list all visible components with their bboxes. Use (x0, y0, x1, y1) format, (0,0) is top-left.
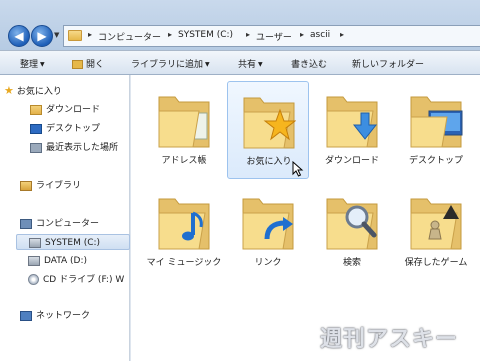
nav-desktop[interactable]: デスクトップ (30, 121, 100, 137)
breadcrumb-computer[interactable]: コンピューター (98, 30, 161, 43)
folder-label: アドレス帳 (161, 156, 207, 166)
chevron-right-icon[interactable]: ▸ (168, 30, 172, 39)
folder-label: リンク (254, 258, 282, 268)
folder-links[interactable]: リンク (227, 183, 309, 281)
forward-button[interactable]: ▶ (31, 25, 53, 47)
organize-button[interactable]: 整理 ▼ (20, 57, 45, 70)
folder-label: ダウンロード (324, 156, 379, 166)
chevron-right-icon[interactable]: ▸ (300, 30, 304, 39)
navigation-pane: ★ お気に入り ダウンロード デスクトップ 最近表示した場所 ライブラリ コンピュ… (0, 75, 130, 361)
folder-label: 保存したゲーム (404, 258, 468, 268)
breadcrumb[interactable]: ▸ コンピューター ▸ SYSTEM (C:) ▸ ユーザー ▸ ascii ▸ (63, 25, 480, 47)
open-button[interactable]: 開く (72, 57, 104, 70)
back-button[interactable]: ◀ (8, 25, 30, 47)
include-in-library-button[interactable]: ライブラリに追加 ▼ (131, 57, 210, 70)
folder-address-book[interactable]: アドレス帳 (143, 81, 225, 179)
network-icon (20, 310, 32, 321)
folder-open-icon (72, 60, 83, 69)
drive-icon (29, 237, 41, 248)
nav-downloads[interactable]: ダウンロード (30, 102, 100, 118)
folder-icon (68, 30, 82, 41)
star-icon: ★ (4, 84, 14, 97)
chess-piece-icon (410, 198, 462, 250)
recent-places-icon (30, 142, 42, 153)
address-book-icon (158, 96, 210, 148)
mouse-cursor-icon (292, 161, 304, 177)
folder-saved-games[interactable]: 保存したゲーム (395, 183, 477, 281)
file-list: アドレス帳 お気に入り ダウンロード デスクトップ マイ ミュージック リンク … (131, 75, 480, 361)
chevron-right-icon[interactable]: ▸ (340, 30, 344, 39)
breadcrumb-ascii[interactable]: ascii (310, 30, 330, 40)
share-button[interactable]: 共有 ▼ (238, 57, 263, 70)
folder-label: 検索 (342, 258, 361, 268)
chevron-right-icon[interactable]: ▸ (88, 30, 92, 39)
chevron-down-icon: ▼ (205, 61, 210, 68)
folder-desktop[interactable]: デスクトップ (395, 81, 477, 179)
nav-system-drive[interactable]: SYSTEM (C:) (16, 234, 130, 250)
nav-cd-drive[interactable]: CD ドライブ (F:) W (28, 272, 124, 288)
computer-icon (20, 218, 32, 229)
breadcrumb-system-drive[interactable]: SYSTEM (C:) (178, 30, 233, 40)
nav-computer[interactable]: コンピューター (20, 216, 99, 232)
folder-label: デスクトップ (408, 156, 463, 166)
nav-network[interactable]: ネットワーク (20, 308, 90, 324)
monitor-icon (410, 96, 463, 148)
address-bar-area: ◀ ▶ ▼ ▸ コンピューター ▸ SYSTEM (C:) ▸ ユーザー ▸ a… (0, 0, 480, 50)
breadcrumb-users[interactable]: ユーザー (256, 30, 292, 43)
command-bar: 整理 ▼ 開く ライブラリに追加 ▼ 共有 ▼ 書き込む 新しいフォルダー (0, 50, 480, 75)
music-note-icon (158, 198, 210, 250)
desktop-icon (30, 123, 42, 134)
burn-button[interactable]: 書き込む (291, 57, 327, 70)
nav-recent-places[interactable]: 最近表示した場所 (30, 140, 118, 156)
recent-pages-dropdown[interactable]: ▼ (54, 31, 59, 39)
drive-icon (28, 255, 40, 266)
magnifier-icon (326, 198, 378, 250)
library-icon (20, 180, 32, 191)
star-icon (243, 97, 296, 149)
chevron-right-icon[interactable]: ▸ (246, 30, 250, 39)
download-icon (30, 104, 42, 115)
chevron-down-icon: ▼ (40, 61, 45, 68)
folder-my-music[interactable]: マイ ミュージック (143, 183, 225, 281)
watermark: 週刊アスキー (319, 327, 458, 352)
link-arrow-icon (242, 198, 294, 250)
new-folder-button[interactable]: 新しいフォルダー (352, 57, 424, 70)
nav-data-drive[interactable]: DATA (D:) (28, 253, 87, 269)
cd-icon (28, 274, 39, 285)
nav-favorites[interactable]: ★ お気に入り (4, 83, 62, 99)
download-arrow-icon (326, 96, 378, 148)
folder-downloads[interactable]: ダウンロード (311, 81, 393, 179)
folder-label: マイ ミュージック (146, 258, 222, 268)
nav-libraries[interactable]: ライブラリ (20, 178, 81, 194)
chevron-down-icon: ▼ (258, 61, 263, 68)
folder-searches[interactable]: 検索 (311, 183, 393, 281)
